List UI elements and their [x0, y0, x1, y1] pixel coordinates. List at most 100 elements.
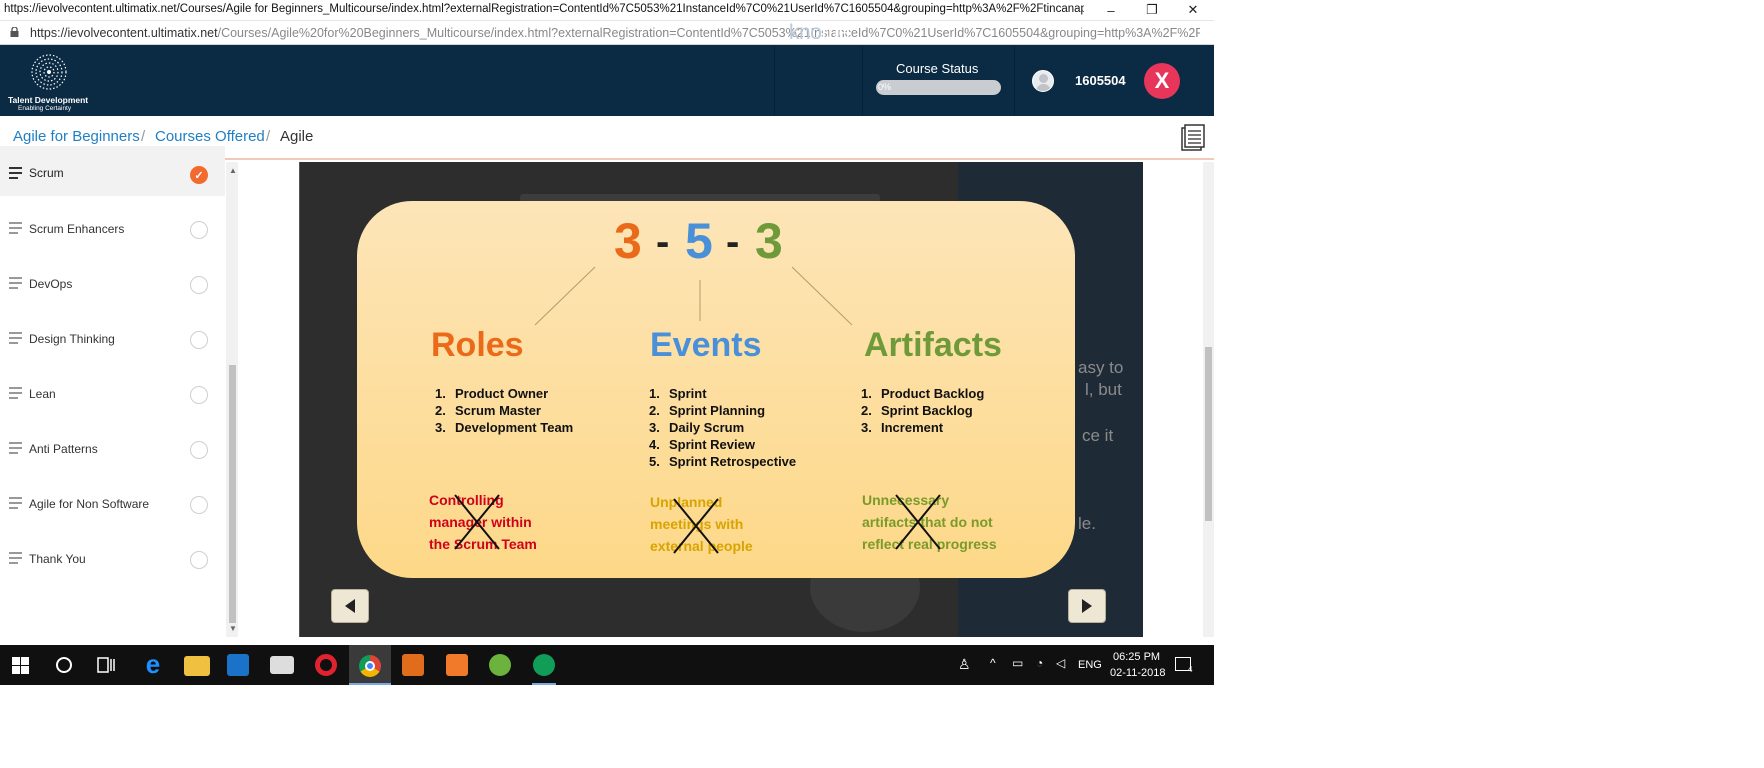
sidebar-item-scrum-enhancers[interactable]: Scrum Enhancers: [0, 201, 225, 256]
clock-date[interactable]: 02-11-2018: [1110, 667, 1165, 679]
windows-start-icon[interactable]: [12, 657, 29, 674]
store-icon[interactable]: [227, 654, 249, 676]
file-explorer-icon[interactable]: [184, 656, 210, 676]
notes-icon[interactable]: [1181, 124, 1205, 151]
knome-link[interactable]: knome: [789, 21, 850, 45]
search-icon[interactable]: [56, 657, 72, 673]
sidebar-item-scrum[interactable]: Scrum ✓: [0, 146, 225, 196]
sublime-icon[interactable]: [402, 654, 424, 676]
chrome-icon[interactable]: [359, 655, 381, 677]
breadcrumb-separator: /: [141, 128, 146, 145]
breadcrumb-agile-for-beginners[interactable]: Agile for Beginners: [13, 128, 140, 145]
screen: https://ievolvecontent.ultimatix.net/Cou…: [0, 0, 1764, 768]
next-slide-button[interactable]: [1068, 589, 1106, 623]
empty-desktop-area: [1214, 0, 1764, 725]
list-item: 3. Daily Scrum: [649, 420, 745, 435]
task-view-icon[interactable]: [97, 657, 115, 673]
scroll-up-arrow-icon[interactable]: ▲: [229, 166, 237, 175]
sidebar-item-agile-for-non-software[interactable]: Agile for Non Software: [0, 476, 225, 531]
knome-text-b: me: [821, 21, 850, 44]
slide-bg-text: ce it: [1082, 426, 1114, 445]
url-path: /Courses/Agile%20for%20Beginners_Multico…: [217, 26, 1200, 40]
artifacts-title: Artifacts: [864, 326, 1002, 364]
hangouts-icon[interactable]: [533, 654, 555, 676]
list-item: 4. Sprint Review: [649, 437, 755, 452]
sidebar-item-thank-you[interactable]: Thank You: [0, 531, 225, 586]
header-divider: [774, 45, 775, 116]
menu-icon: [9, 332, 22, 347]
sidebar-item-anti-patterns[interactable]: Anti Patterns: [0, 421, 225, 476]
slide-number-artifacts: 3: [755, 213, 783, 269]
volume-icon[interactable]: ◁: [1056, 656, 1065, 670]
incomplete-circle-icon: [190, 496, 208, 514]
list-item: 2. Scrum Master: [435, 403, 541, 418]
wifi-icon[interactable]: ◔: [1036, 656, 1043, 670]
menu-icon: [9, 222, 22, 237]
sidebar-item-label: Thank You: [29, 552, 86, 566]
list-item: 2. Sprint Planning: [649, 403, 766, 418]
window-title: https://ievolvecontent.ultimatix.net/Cou…: [4, 3, 1084, 15]
spring-icon[interactable]: [489, 654, 511, 676]
course-sidebar: Scrum ✓ Scrum Enhancers DevOps Design Th…: [0, 146, 238, 637]
sidebar-item-label: Scrum: [29, 166, 64, 180]
menu-icon: [9, 552, 22, 567]
previous-slide-button[interactable]: [331, 589, 369, 623]
mail-icon[interactable]: [270, 656, 294, 674]
address-bar[interactable]: https://ievolvecontent.ultimatix.net/Cou…: [0, 21, 1214, 45]
url-host: https://ievolvecontent.ultimatix.net: [30, 26, 218, 40]
roles-list: 1. Product Owner 2. Scrum Master 3. Develop…: [435, 386, 573, 437]
course-status-label: Course Status: [896, 61, 979, 76]
artifacts-list: 1. Product Backlog 2. Sprint Backlog 3. Inc…: [861, 386, 984, 437]
edge-icon[interactable]: e: [140, 651, 166, 678]
logo-spiral-icon: [31, 54, 67, 90]
slide-bg-text: l, but: [1085, 380, 1122, 399]
opera-icon[interactable]: [315, 654, 337, 676]
menu-icon: [9, 497, 22, 512]
breadcrumb-courses-offered[interactable]: Courses Offered: [155, 128, 265, 145]
slide-number-events: 5: [685, 213, 713, 269]
slide-number-roles: 3: [614, 213, 642, 269]
close-window-button[interactable]: ✕: [1173, 0, 1213, 20]
minimize-button[interactable]: –: [1091, 0, 1131, 20]
scroll-down-arrow-icon[interactable]: ▼: [229, 624, 237, 633]
events-title: Events: [650, 326, 762, 364]
logo-tagline: Enabling Certainty: [18, 105, 72, 112]
header-divider: [862, 45, 863, 116]
hangouts-running-indicator: [532, 683, 556, 685]
incomplete-circle-icon: [190, 276, 208, 294]
incomplete-circle-icon: [190, 551, 208, 569]
knome-text-a: kno: [789, 21, 822, 44]
list-item: 3. Increment: [861, 420, 944, 435]
events-list: 1. Sprint 2. Sprint Planning 3. Daily Scrum…: [649, 386, 796, 471]
chevron-up-icon[interactable]: ^: [990, 656, 996, 670]
talent-development-logo[interactable]: Talent Development Enabling Certainty: [8, 53, 108, 112]
incomplete-circle-icon: [190, 331, 208, 349]
list-item: 5. Sprint Retrospective: [649, 454, 797, 469]
slide-dash: -: [656, 220, 670, 264]
arrow-right-icon: [1082, 599, 1092, 613]
sidebar-item-design-thinking[interactable]: Design Thinking: [0, 311, 225, 366]
restore-button[interactable]: ❐: [1132, 0, 1172, 20]
list-item: 1. Sprint: [649, 386, 707, 401]
content-scrollbar-thumb[interactable]: [1205, 347, 1212, 521]
url-text[interactable]: https://ievolvecontent.ultimatix.net/Cou…: [30, 26, 1200, 40]
sidebar-item-lean[interactable]: Lean: [0, 366, 225, 421]
sidebar-scrollbar-thumb[interactable]: [229, 365, 236, 623]
close-course-button[interactable]: X: [1144, 63, 1180, 99]
sidebar-item-label: DevOps: [29, 277, 73, 291]
sidebar-item-label: Scrum Enhancers: [29, 222, 125, 236]
sidebar-item-devops[interactable]: DevOps: [0, 256, 225, 311]
lock-icon: [10, 27, 19, 37]
sidebar-item-label: Lean: [29, 387, 56, 401]
language-indicator[interactable]: ENG: [1078, 659, 1102, 671]
battery-icon[interactable]: ▭: [1012, 656, 1023, 670]
header-divider: [1014, 45, 1015, 116]
cross-icon: [673, 498, 719, 554]
avatar[interactable]: [1032, 70, 1054, 92]
sidebar-item-label: Anti Patterns: [29, 442, 98, 456]
people-icon[interactable]: ♙: [958, 656, 971, 673]
menu-icon: [9, 442, 22, 457]
clock-time[interactable]: 06:25 PM: [1113, 651, 1160, 663]
slide-bg-text: le.: [1078, 514, 1096, 533]
xampp-icon[interactable]: [446, 654, 468, 676]
